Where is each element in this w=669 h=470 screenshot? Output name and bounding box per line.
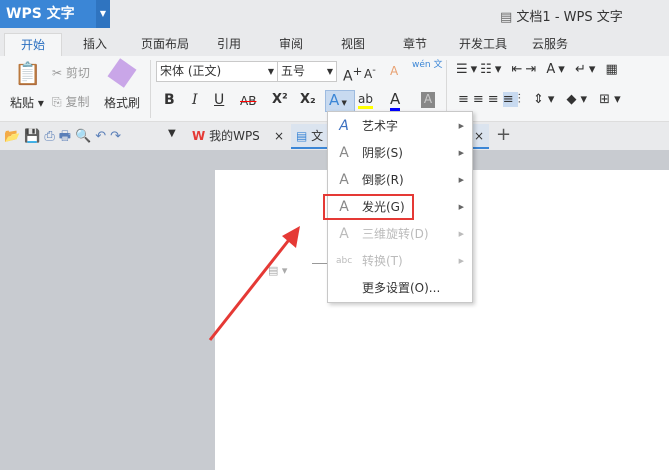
strikethrough-button[interactable]: AB [240,94,256,108]
tab-view[interactable]: 视图 [330,33,376,56]
doc-tab-label: 文 [311,129,324,143]
subscript-button[interactable]: X₂ [300,92,316,107]
shadow-icon: A [339,145,349,161]
paste-button[interactable]: 粘贴 ▾ [10,94,44,111]
format-painter-button[interactable]: 格式刷 [104,94,140,111]
menu-label: 转换(T) [362,254,403,268]
quick-access-icons[interactable]: 📂💾⎙🖶🔍↶↷ [4,127,125,149]
menu-label: 艺术字 [362,119,399,133]
clear-format-icon[interactable]: A [390,64,398,78]
close-icon[interactable]: × [274,124,284,149]
menu-label: 更多设置(O)... [362,281,441,295]
superscript-button[interactable]: X² [272,92,288,107]
chevron-right-icon: ▶ [458,257,464,265]
highlight-box-annotation [323,194,414,220]
bold-button[interactable]: B [164,92,175,108]
underline-button[interactable]: U [214,92,224,108]
chevron-right-icon: ▶ [458,176,464,184]
tab-page-layout[interactable]: 页面布局 [130,33,200,56]
size-value: 五号 [281,64,306,78]
chevron-right-icon: ▶ [458,203,464,211]
title-bar: WPS 文字 ▼ ▤ 文档1 - WPS 文字 [0,0,669,30]
font-select[interactable]: 宋体 (正文) ▼ [156,61,278,82]
font-value: 宋体 (正文) [160,64,222,78]
customize-dropdown-icon[interactable]: ▼ [168,128,176,139]
tab-review[interactable]: 审阅 [268,33,314,56]
tab-home[interactable]: 开始 [4,33,62,56]
scissors-icon: ✂ [52,66,63,80]
paragraph-align-icons[interactable]: ≡≡≡≡⫶ ⇕▾ ◆▾ ⊞▾ [458,92,625,107]
menu-item-3d-rotation: A 三维旋转(D) ▶ [328,221,472,247]
3d-rotation-icon: A [339,226,349,242]
close-icon[interactable]: × [474,124,484,149]
chevron-right-icon: ▶ [458,149,464,157]
document-icon: ▤ [296,129,308,143]
tab-cloud[interactable]: 云服务 [522,33,578,56]
char-shading-icon[interactable]: A [421,92,435,108]
grow-font-icon[interactable]: A+ [343,64,362,85]
chevron-right-icon: ▶ [458,122,464,130]
cut-label: 剪切 [65,66,90,80]
menu-label: 三维旋转(D) [362,227,429,241]
tab-my-wps[interactable]: W 我的WPS × [186,124,290,149]
window-title-text: 文档1 - WPS 文字 [516,10,623,25]
menu-item-reflection[interactable]: A 倒影(R) ▶ [328,167,472,193]
divider [150,60,151,118]
tab-insert[interactable]: 插入 [70,33,120,56]
chevron-down-icon: ▼ [326,67,333,76]
italic-button[interactable]: I [192,92,198,108]
menu-label: 阴影(S) [362,146,403,160]
list-icons[interactable]: ☰▾☷▾ ⇤⇥ A▾ ↵▾ ▦ [456,62,621,77]
chevron-down-icon[interactable]: ▼ [96,0,110,28]
shrink-font-icon[interactable]: A- [364,65,376,81]
document-icon: ▤ [500,10,517,25]
paste-label: 粘贴 [10,96,35,110]
chevron-down-icon: ▼ [267,67,274,76]
menu-item-shadow[interactable]: A 阴影(S) ▶ [328,140,472,166]
new-tab-button[interactable]: + [496,124,511,145]
copy-button[interactable]: ⎘ 复制 [52,93,89,110]
word-art-icon: A [339,118,349,134]
chevron-right-icon: ▶ [458,230,464,238]
red-arrow-annotation [208,226,300,341]
format-painter-icon[interactable] [107,58,137,88]
menu-label: 倒影(R) [362,173,404,187]
font-color-icon[interactable]: A [390,90,401,111]
copy-icon: ⎘ [52,95,62,109]
highlight-icon[interactable]: ab [358,92,373,109]
transform-icon: abc [336,256,353,266]
divider [446,60,447,118]
my-wps-label: 我的WPS [209,129,260,143]
reflection-icon: A [339,172,349,188]
cut-button[interactable]: ✂ 剪切 [52,64,90,81]
paste-icon[interactable]: 📋 [14,62,41,87]
app-menu-button[interactable]: WPS 文字 [0,0,96,28]
size-select[interactable]: 五号 ▼ [277,61,337,82]
text-effect-button[interactable]: A ▼ [325,90,355,112]
wps-logo-icon: W [192,129,206,143]
phonetic-guide-icon[interactable]: wén 文 [412,60,442,70]
tab-references[interactable]: 引用 [206,33,252,56]
menu-item-word-art[interactable]: A 艺术字 ▶ [328,113,472,139]
menu-item-transform: abc 转换(T) ▶ [328,248,472,274]
tab-developer[interactable]: 开发工具 [450,33,516,56]
window-title: ▤ 文档1 - WPS 文字 [500,6,623,25]
tab-chapter[interactable]: 章节 [392,33,438,56]
menu-item-more-settings[interactable]: 更多设置(O)... [328,275,472,301]
copy-label: 复制 [65,95,90,109]
ribbon-tabs: 开始 插入 页面布局 引用 审阅 视图 章节 开发工具 云服务 [0,30,669,56]
